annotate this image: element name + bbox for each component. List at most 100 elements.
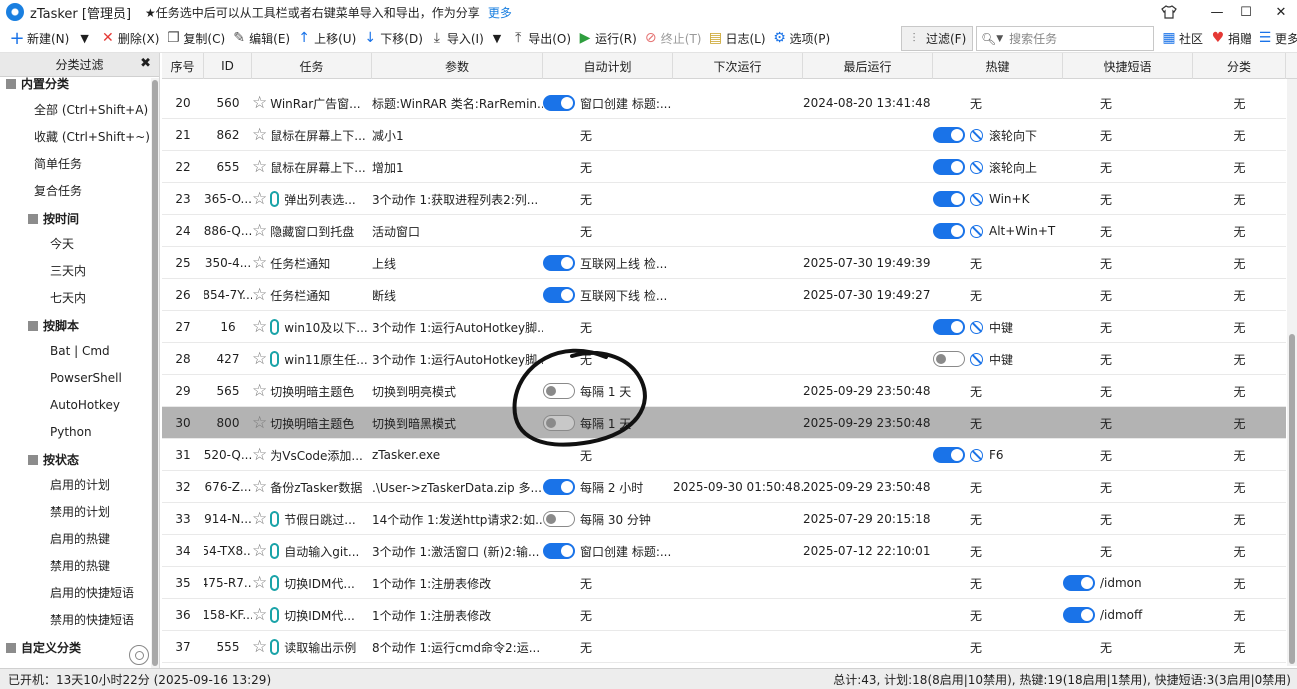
shirt-icon[interactable] [1146, 0, 1192, 24]
export-button[interactable]: ⤒ 导出(O) [507, 26, 574, 50]
edit-button[interactable]: ✎ 编辑(E) [228, 26, 293, 50]
block-passthrough-icon[interactable] [970, 128, 983, 142]
col-header-task[interactable]: 任务 [252, 53, 372, 79]
search-dropdown-icon[interactable]: ▼ [996, 34, 1003, 44]
table-row[interactable]: 35 475-R7...☆ 切换IDM代... 1个动作 1:注册表修改 无 无/idmo… [162, 567, 1286, 599]
col-header-last-run[interactable]: 最后运行 [803, 53, 933, 79]
table-row[interactable]: 30 800 ☆ 切换明暗主题色 切换到暗黑模式 每隔 1 天 2025-09-29 23:… [162, 407, 1286, 439]
collapse-square-icon[interactable] [28, 454, 38, 465]
category-settings-gear-icon[interactable] [129, 645, 149, 665]
phrase-toggle[interactable] [1063, 607, 1095, 623]
favorite-star-icon[interactable]: ☆ [252, 158, 267, 176]
favorite-star-icon[interactable]: ☆ [252, 606, 267, 624]
schedule-toggle[interactable] [543, 415, 575, 431]
favorite-star-icon[interactable]: ☆ [252, 318, 267, 336]
filter-button[interactable]: ⫶ 过滤(F) [901, 26, 973, 51]
hotkey-toggle[interactable] [933, 159, 965, 175]
more-button[interactable]: ☰ 更多 [1254, 26, 1297, 50]
favorite-star-icon[interactable]: ☆ [252, 222, 267, 240]
community-button[interactable]: ▦ 社区 [1158, 26, 1206, 50]
block-passthrough-icon[interactable] [970, 352, 983, 366]
delete-button[interactable]: ✕ 删除(X) [97, 26, 163, 50]
schedule-toggle[interactable] [543, 255, 575, 271]
stop-button[interactable]: ⊘ 终止(T) [640, 26, 705, 50]
move-down-button[interactable]: ↓ 下移(D) [359, 26, 426, 50]
move-up-button[interactable]: ↑ 上移(U) [293, 26, 359, 50]
block-passthrough-icon[interactable] [970, 160, 983, 174]
hotkey-toggle[interactable] [933, 319, 965, 335]
run-button[interactable]: ▶ 运行(R) [574, 26, 640, 50]
col-header-hotkey[interactable]: 热键 [933, 53, 1063, 79]
favorite-star-icon[interactable]: ☆ [252, 94, 267, 112]
block-passthrough-icon[interactable] [970, 448, 983, 462]
col-header-phrase[interactable]: 快捷短语 [1063, 53, 1193, 79]
favorite-star-icon[interactable]: ☆ [252, 190, 267, 208]
favorite-star-icon[interactable]: ☆ [252, 542, 267, 560]
collapse-square-icon[interactable] [6, 642, 16, 653]
schedule-toggle[interactable] [543, 511, 575, 527]
col-header-seq[interactable]: 序号 [162, 53, 204, 79]
table-row[interactable]: 37 555 ☆ 读取输出示例 8个动作 1:运行cmd命令2:运... 无 无 无 无 [162, 631, 1286, 663]
schedule-toggle[interactable] [543, 383, 575, 399]
schedule-toggle[interactable] [543, 287, 575, 303]
block-passthrough-icon[interactable] [970, 224, 983, 238]
table-scroll-thumb[interactable] [1289, 334, 1295, 664]
table-row[interactable]: 31 520-Q... ☆ 为VsCode添加... zTasker.exe 无 F6 无无 [162, 439, 1286, 471]
favorite-star-icon[interactable]: ☆ [252, 414, 267, 432]
sidebar-scrollbar[interactable] [151, 78, 159, 668]
options-button[interactable]: ⚙ 选项(P) [769, 26, 834, 50]
schedule-toggle[interactable] [543, 95, 575, 111]
table-scrollbar[interactable] [1287, 79, 1297, 666]
favorite-star-icon[interactable]: ☆ [252, 574, 267, 592]
sidebar-scroll-thumb[interactable] [152, 80, 158, 666]
import-dropdown-button[interactable]: ▼ [487, 26, 507, 50]
table-row[interactable]: 22 655 ☆ 鼠标在屏幕上下... 增加1 无滚轮向上无无 [162, 151, 1286, 183]
schedule-toggle[interactable] [543, 479, 575, 495]
favorite-star-icon[interactable]: ☆ [252, 254, 267, 272]
table-row[interactable]: 28 427 ☆ win11原生任... 3个动作 1:运行AutoHotkey脚...… [162, 343, 1286, 375]
favorite-star-icon[interactable]: ☆ [252, 126, 267, 144]
table-row[interactable]: 34 54-TX8... ☆ 自动输入git... 3个动作 1:激活窗口 (新)2:输… [162, 535, 1286, 567]
table-row[interactable]: 23 365-O... ☆ 弹出列表选... 3个动作 1:获取进程列表2:列... 无 W… [162, 183, 1286, 215]
favorite-star-icon[interactable]: ☆ [252, 510, 267, 528]
search-input[interactable] [1009, 31, 1140, 46]
favorite-star-icon[interactable]: ☆ [252, 446, 267, 464]
table-row[interactable]: 33 914-N... ☆ 节假日跳过... 14个动作 1:发送http请求2:如..… [162, 503, 1286, 535]
phrase-toggle[interactable] [1063, 575, 1095, 591]
collapse-square-icon[interactable] [28, 320, 38, 331]
col-header-category[interactable]: 分类 [1193, 53, 1286, 79]
col-header-schedule[interactable]: 自动计划 [543, 53, 673, 79]
new-dropdown-button[interactable]: ▼ [72, 26, 96, 50]
import-button[interactable]: ⤓ 导入(I) [426, 26, 487, 50]
table-row[interactable]: 20 560 ☆ WinRar广告窗... 标题:WinRAR 类名:RarRemin.… [162, 87, 1286, 119]
col-header-params[interactable]: 参数 [372, 53, 543, 79]
table-row[interactable]: 36 158-KF... ☆ 切换IDM代... 1个动作 1:注册表修改 无 无/idmo… [162, 599, 1286, 631]
log-button[interactable]: ▤ 日志(L) [704, 26, 768, 50]
hotkey-toggle[interactable] [933, 191, 965, 207]
table-row[interactable]: 27 16 ☆ win10及以下... 3个动作 1:运行AutoHotkey脚... 无… [162, 311, 1286, 343]
col-header-next-run[interactable]: 下次运行 [673, 53, 803, 79]
favorite-star-icon[interactable]: ☆ [252, 286, 267, 304]
table-row[interactable]: 25 350-4... ☆ 任务栏通知 上线 互联网上线 检... 2025-07-30 1… [162, 247, 1286, 279]
col-header-id[interactable]: ID [204, 53, 252, 79]
favorite-star-icon[interactable]: ☆ [252, 382, 267, 400]
table-row[interactable]: 32 676-Z... ☆ 备份zTasker数据 .\User->zTaskerDat… [162, 471, 1286, 503]
favorite-star-icon[interactable]: ☆ [252, 478, 267, 496]
block-passthrough-icon[interactable] [970, 320, 983, 334]
hotkey-toggle[interactable] [933, 127, 965, 143]
sidebar-group-item[interactable]: 内置分类 [6, 70, 156, 97]
copy-button[interactable]: ❐ 复制(C) [162, 26, 228, 50]
hotkey-toggle[interactable] [933, 447, 965, 463]
favorite-star-icon[interactable]: ☆ [252, 638, 267, 656]
table-row[interactable]: 24 886-Q... ☆ 隐藏窗口到托盘 活动窗口无 Alt+Win+T 无无 [162, 215, 1286, 247]
hotkey-toggle[interactable] [933, 351, 965, 367]
schedule-toggle[interactable] [543, 543, 575, 559]
notice-more-link[interactable]: 更多 [488, 4, 512, 21]
sidebar-close-icon[interactable]: ✖ [140, 56, 151, 71]
table-row[interactable]: 21 862 ☆ 鼠标在屏幕上下... 减小1 无滚轮向下无无 [162, 119, 1286, 151]
hotkey-toggle[interactable] [933, 223, 965, 239]
donate-button[interactable]: ♥ 捐赠 [1207, 26, 1255, 50]
close-window-button[interactable]: ✕ [1258, 0, 1297, 24]
table-row[interactable]: 29 565 ☆ 切换明暗主题色 切换到明亮模式 每隔 1 天 2025-09-29 23:… [162, 375, 1286, 407]
table-row[interactable]: 26 854-7Y... ☆ 任务栏通知 断线 互联网下线 检... 2025-07-30 … [162, 279, 1286, 311]
